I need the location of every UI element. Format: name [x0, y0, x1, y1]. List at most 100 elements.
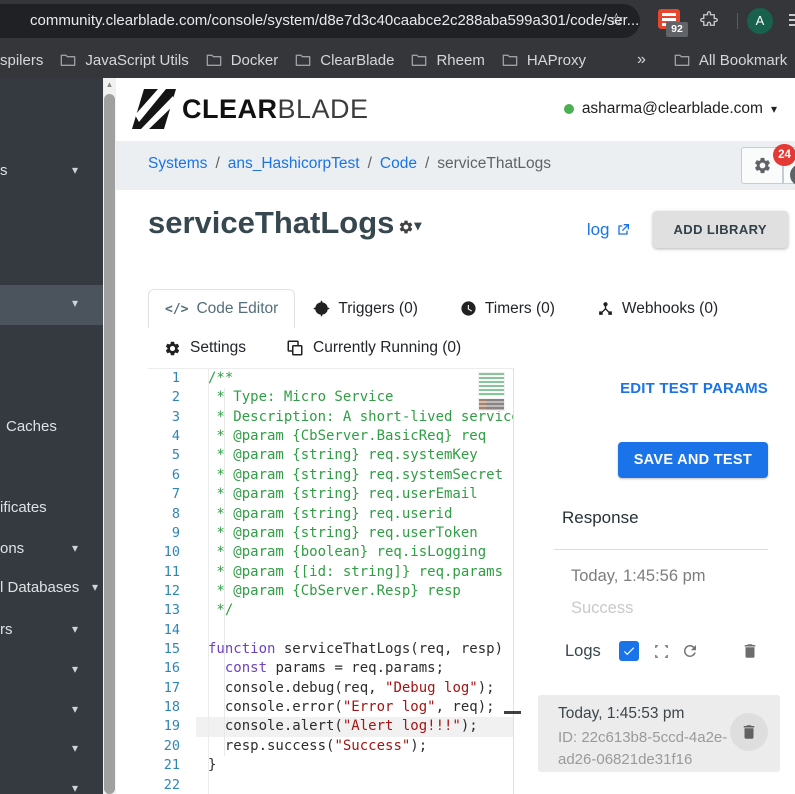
- log-entry-time: Today, 1:45:53 pm: [558, 705, 685, 722]
- code-line[interactable]: 22: [148, 776, 514, 794]
- code-text: * @param {string} req.userEmail: [196, 485, 514, 504]
- breadcrumb-systems[interactable]: Systems: [148, 155, 207, 173]
- save-and-test-button[interactable]: SAVE AND TEST: [617, 442, 768, 478]
- gears-icon: [754, 157, 770, 174]
- code-line[interactable]: 16 const params = req.params;: [148, 659, 514, 678]
- code-line[interactable]: 14: [148, 621, 514, 640]
- code-line[interactable]: 1 /**: [148, 369, 514, 388]
- code-line[interactable]: 11 * @param {[id: string]} req.params: [148, 563, 514, 582]
- breadcrumb-system-name[interactable]: ans_HashicorpTest: [228, 155, 360, 173]
- code-token: "Alert log!!!": [342, 718, 461, 735]
- line-number: 14: [163, 621, 180, 638]
- bookmark-label: HAProxy: [526, 51, 586, 69]
- sidebar-item[interactable]: rs ▾: [0, 619, 103, 643]
- code-text: * @param {CbServer.BasicReq} req: [196, 427, 514, 446]
- chevron-down-icon: ▾: [72, 163, 79, 177]
- code-line[interactable]: 15 function serviceThatLogs(req, resp) {: [148, 640, 514, 659]
- bookmark-item[interactable]: Docker: [206, 52, 278, 69]
- sidebar-item[interactable]: s ▾: [0, 160, 103, 184]
- tab-triggers[interactable]: Triggers (0): [313, 300, 418, 318]
- edit-test-params-link[interactable]: EDIT TEST PARAMS: [620, 380, 768, 397]
- code-line[interactable]: 9 * @param {string} req.userToken: [148, 524, 514, 543]
- sidebar-item[interactable]: ▾: [0, 659, 103, 683]
- line-number: 1: [171, 370, 180, 386]
- sidebar-item[interactable]: ificates: [0, 497, 103, 521]
- extensions-puzzle-icon[interactable]: [700, 11, 718, 29]
- code-line[interactable]: 7 * @param {string} req.userEmail: [148, 485, 514, 504]
- bookmark-item[interactable]: JavaScript Utils: [60, 52, 189, 69]
- code-line[interactable]: 19 console.alert("Alert log!!!");: [148, 717, 514, 737]
- bookmark-item[interactable]: Rheem: [411, 51, 485, 69]
- code-line[interactable]: 21}: [148, 756, 514, 775]
- code-line[interactable]: 13 */: [148, 601, 514, 620]
- bookmark-item[interactable]: spilers: [0, 52, 43, 69]
- code-token: console.error(: [208, 699, 343, 716]
- response-heading: Response: [562, 508, 639, 527]
- bookmark-item[interactable]: ClearBlade: [295, 52, 394, 69]
- code-line[interactable]: 17 console.debug(req, "Debug log");: [148, 679, 514, 698]
- code-line[interactable]: 20 resp.success("Success");: [148, 737, 514, 756]
- log-entry-delete-button[interactable]: [730, 713, 768, 751]
- scrollbar-up-arrow[interactable]: ▲: [103, 80, 116, 89]
- panel-resize-handle[interactable]: [504, 711, 521, 714]
- code-line[interactable]: 4 * @param {CbServer.BasicReq} req: [148, 427, 514, 446]
- log-link[interactable]: log: [587, 220, 631, 240]
- scrollbar-thumb[interactable]: [104, 94, 115, 794]
- breadcrumb-current: serviceThatLogs: [437, 155, 551, 172]
- code-line[interactable]: 8 * @param {string} req.userid: [148, 505, 514, 524]
- address-bar[interactable]: community.clearblade.com/console/system/…: [0, 4, 640, 38]
- code-text: */: [196, 601, 514, 620]
- code-token: */: [208, 602, 234, 619]
- logs-enabled-checkbox[interactable]: [618, 641, 639, 661]
- tab-code-editor[interactable]: </> Code Editor: [148, 289, 296, 328]
- code-text: * Type: Micro Service: [196, 388, 514, 407]
- browser-profile-avatar[interactable]: A: [747, 8, 773, 34]
- code-line[interactable]: 6 * @param {string} req.systemSecret: [148, 466, 514, 485]
- code-line[interactable]: 12 * @param {CbServer.Resp} resp: [148, 582, 514, 601]
- bell-icon: [790, 164, 795, 186]
- editor-minimap[interactable]: [478, 372, 505, 411]
- code-line[interactable]: 2 * Type: Micro Service: [148, 388, 514, 407]
- browser-menu-icon[interactable]: [789, 14, 795, 29]
- logs-delete-button[interactable]: [741, 642, 759, 660]
- account-menu[interactable]: asharma@clearblade.com ▾: [563, 100, 777, 118]
- code-token: );: [460, 718, 478, 735]
- code-token: * @param {boolean} req.isLogging: [208, 544, 487, 561]
- all-bookmarks[interactable]: All Bookmark: [674, 52, 787, 69]
- sidebar-item[interactable]: ▾: [0, 699, 103, 723]
- logs-expand-button[interactable]: [653, 643, 670, 660]
- breadcrumb-separator: /: [424, 155, 430, 172]
- bookmark-star-icon[interactable]: ☆: [609, 10, 624, 30]
- tab-webhooks[interactable]: Webhooks (0): [597, 300, 718, 318]
- indent-guide: [224, 388, 225, 756]
- log-entry-card[interactable]: Today, 1:45:53 pm ID: 22c613b8-5ccd-4a2e…: [538, 695, 780, 772]
- service-settings-gear-icon[interactable]: [398, 219, 414, 235]
- tab-settings[interactable]: Settings: [164, 339, 246, 357]
- sidebar-item[interactable]: Caches: [0, 416, 103, 440]
- bookmark-label: Rheem: [436, 51, 485, 69]
- bookmarks-list: spilers JavaScript Utils Docker ClearBlade R…: [0, 52, 603, 69]
- code-icon: </>: [165, 301, 189, 317]
- sidebar-item[interactable]: ▾: [0, 285, 103, 325]
- add-library-button[interactable]: ADD LIBRARY: [652, 211, 788, 248]
- logs-refresh-button[interactable]: [681, 642, 699, 660]
- code-line[interactable]: 10 * @param {boolean} req.isLogging: [148, 543, 514, 562]
- sidebar-item[interactable]: l Databases ▾: [0, 577, 103, 601]
- code-line[interactable]: 3 * Description: A short-lived service w…: [148, 408, 514, 427]
- clearblade-logo[interactable]: CLEARBLADE: [132, 89, 369, 129]
- sidebar-item[interactable]: ons ▾: [0, 538, 103, 562]
- code-lines: 1/** 2 * Type: Micro Service 3 * Descripti…: [148, 369, 514, 794]
- sidebar-scrollbar[interactable]: ▲: [103, 78, 116, 794]
- tab-timers[interactable]: Timers (0): [460, 300, 555, 318]
- chevron-down-icon[interactable]: ▾: [414, 217, 421, 234]
- code-editor[interactable]: 1/** 2 * Type: Micro Service 3 * Descripti…: [148, 368, 514, 794]
- tab-currently-running[interactable]: Currently Running (0): [286, 339, 461, 357]
- sidebar-item[interactable]: ▾: [0, 738, 103, 762]
- breadcrumb-code[interactable]: Code: [380, 155, 417, 173]
- title-actions: log ADD LIBRARY: [587, 211, 788, 248]
- bookmark-item[interactable]: HAProxy: [502, 52, 586, 69]
- bookmarks-overflow-chevron[interactable]: »: [637, 51, 646, 69]
- sidebar-item[interactable]: ▾: [0, 778, 103, 794]
- code-line[interactable]: 18 console.error("Error log", req);: [148, 698, 514, 717]
- code-line[interactable]: 5 * @param {string} req.systemKey: [148, 446, 514, 465]
